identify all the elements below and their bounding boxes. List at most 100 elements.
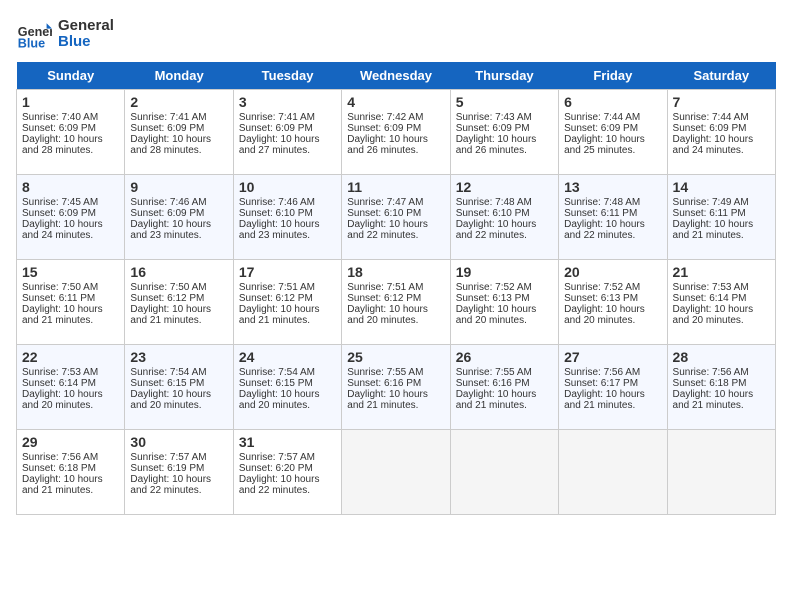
sunrise-text: Sunrise: 7:53 AM (673, 282, 749, 293)
sunrise-text: Sunrise: 7:48 AM (564, 197, 640, 208)
sunset-text: Sunset: 6:09 PM (347, 123, 421, 134)
daylight-label: Daylight: 10 hours and 21 minutes. (673, 389, 754, 411)
sunset-text: Sunset: 6:09 PM (456, 123, 530, 134)
sunrise-text: Sunrise: 7:55 AM (456, 367, 532, 378)
daylight-label: Daylight: 10 hours and 20 minutes. (347, 304, 428, 326)
day-number: 24 (239, 349, 336, 365)
sunset-text: Sunset: 6:15 PM (130, 378, 204, 389)
sunset-text: Sunset: 6:10 PM (347, 208, 421, 219)
daylight-label: Daylight: 10 hours and 20 minutes. (239, 389, 320, 411)
sunrise-text: Sunrise: 7:52 AM (564, 282, 640, 293)
daylight-label: Daylight: 10 hours and 28 minutes. (22, 134, 103, 156)
svg-text:Blue: Blue (18, 37, 45, 51)
sunrise-text: Sunrise: 7:44 AM (564, 112, 640, 123)
sunset-text: Sunset: 6:11 PM (673, 208, 746, 219)
calendar-cell: 28Sunrise: 7:56 AMSunset: 6:18 PMDayligh… (667, 345, 775, 430)
sunrise-text: Sunrise: 7:52 AM (456, 282, 532, 293)
sunrise-text: Sunrise: 7:48 AM (456, 197, 532, 208)
calendar-cell: 26Sunrise: 7:55 AMSunset: 6:16 PMDayligh… (450, 345, 558, 430)
logo-blue: Blue (58, 34, 114, 51)
day-number: 12 (456, 179, 553, 195)
sunrise-text: Sunrise: 7:41 AM (130, 112, 206, 123)
day-header-sunday: Sunday (17, 62, 125, 90)
sunrise-text: Sunrise: 7:46 AM (130, 197, 206, 208)
day-number: 6 (564, 94, 661, 110)
day-header-wednesday: Wednesday (342, 62, 450, 90)
logo-general: General (58, 18, 114, 35)
calendar-cell: 1Sunrise: 7:40 AMSunset: 6:09 PMDaylight… (17, 90, 125, 175)
sunset-text: Sunset: 6:09 PM (673, 123, 747, 134)
sunset-text: Sunset: 6:20 PM (239, 463, 313, 474)
day-number: 25 (347, 349, 444, 365)
daylight-label: Daylight: 10 hours and 28 minutes. (130, 134, 211, 156)
calendar-cell: 29Sunrise: 7:56 AMSunset: 6:18 PMDayligh… (17, 430, 125, 515)
sunset-text: Sunset: 6:12 PM (347, 293, 421, 304)
calendar-cell (559, 430, 667, 515)
day-header-friday: Friday (559, 62, 667, 90)
daylight-label: Daylight: 10 hours and 23 minutes. (130, 219, 211, 241)
calendar-cell: 22Sunrise: 7:53 AMSunset: 6:14 PMDayligh… (17, 345, 125, 430)
sunrise-text: Sunrise: 7:40 AM (22, 112, 98, 123)
header-row: SundayMondayTuesdayWednesdayThursdayFrid… (17, 62, 776, 90)
daylight-label: Daylight: 10 hours and 22 minutes. (347, 219, 428, 241)
sunset-text: Sunset: 6:15 PM (239, 378, 313, 389)
calendar-cell: 8Sunrise: 7:45 AMSunset: 6:09 PMDaylight… (17, 175, 125, 260)
sunrise-text: Sunrise: 7:54 AM (239, 367, 315, 378)
sunset-text: Sunset: 6:13 PM (564, 293, 638, 304)
sunrise-text: Sunrise: 7:54 AM (130, 367, 206, 378)
sunset-text: Sunset: 6:12 PM (130, 293, 204, 304)
sunrise-text: Sunrise: 7:55 AM (347, 367, 423, 378)
daylight-label: Daylight: 10 hours and 24 minutes. (22, 219, 103, 241)
sunset-text: Sunset: 6:09 PM (239, 123, 313, 134)
daylight-label: Daylight: 10 hours and 21 minutes. (239, 304, 320, 326)
sunset-text: Sunset: 6:10 PM (456, 208, 530, 219)
daylight-label: Daylight: 10 hours and 21 minutes. (22, 474, 103, 496)
daylight-label: Daylight: 10 hours and 26 minutes. (456, 134, 537, 156)
day-number: 20 (564, 264, 661, 280)
day-number: 13 (564, 179, 661, 195)
sunrise-text: Sunrise: 7:49 AM (673, 197, 749, 208)
daylight-label: Daylight: 10 hours and 27 minutes. (239, 134, 320, 156)
day-number: 18 (347, 264, 444, 280)
day-number: 11 (347, 179, 444, 195)
daylight-label: Daylight: 10 hours and 25 minutes. (564, 134, 645, 156)
sunset-text: Sunset: 6:09 PM (22, 123, 96, 134)
header: General Blue General Blue (16, 16, 776, 52)
daylight-label: Daylight: 10 hours and 21 minutes. (456, 389, 537, 411)
calendar-cell: 9Sunrise: 7:46 AMSunset: 6:09 PMDaylight… (125, 175, 233, 260)
sunrise-text: Sunrise: 7:50 AM (130, 282, 206, 293)
calendar-cell: 7Sunrise: 7:44 AMSunset: 6:09 PMDaylight… (667, 90, 775, 175)
day-number: 16 (130, 264, 227, 280)
calendar-cell: 19Sunrise: 7:52 AMSunset: 6:13 PMDayligh… (450, 260, 558, 345)
day-number: 27 (564, 349, 661, 365)
daylight-label: Daylight: 10 hours and 21 minutes. (564, 389, 645, 411)
sunset-text: Sunset: 6:14 PM (673, 293, 747, 304)
calendar-week-1: 8Sunrise: 7:45 AMSunset: 6:09 PMDaylight… (17, 175, 776, 260)
sunset-text: Sunset: 6:11 PM (22, 293, 95, 304)
sunset-text: Sunset: 6:12 PM (239, 293, 313, 304)
daylight-label: Daylight: 10 hours and 22 minutes. (456, 219, 537, 241)
calendar-cell: 10Sunrise: 7:46 AMSunset: 6:10 PMDayligh… (233, 175, 341, 260)
day-number: 5 (456, 94, 553, 110)
day-number: 4 (347, 94, 444, 110)
day-number: 26 (456, 349, 553, 365)
calendar-week-2: 15Sunrise: 7:50 AMSunset: 6:11 PMDayligh… (17, 260, 776, 345)
sunrise-text: Sunrise: 7:41 AM (239, 112, 315, 123)
sunrise-text: Sunrise: 7:45 AM (22, 197, 98, 208)
sunset-text: Sunset: 6:16 PM (347, 378, 421, 389)
calendar-cell: 5Sunrise: 7:43 AMSunset: 6:09 PMDaylight… (450, 90, 558, 175)
calendar-cell: 11Sunrise: 7:47 AMSunset: 6:10 PMDayligh… (342, 175, 450, 260)
daylight-label: Daylight: 10 hours and 22 minutes. (130, 474, 211, 496)
daylight-label: Daylight: 10 hours and 24 minutes. (673, 134, 754, 156)
daylight-label: Daylight: 10 hours and 21 minutes. (130, 304, 211, 326)
daylight-label: Daylight: 10 hours and 20 minutes. (22, 389, 103, 411)
calendar-cell: 3Sunrise: 7:41 AMSunset: 6:09 PMDaylight… (233, 90, 341, 175)
calendar-cell: 21Sunrise: 7:53 AMSunset: 6:14 PMDayligh… (667, 260, 775, 345)
sunrise-text: Sunrise: 7:57 AM (130, 452, 206, 463)
daylight-label: Daylight: 10 hours and 21 minutes. (673, 219, 754, 241)
daylight-label: Daylight: 10 hours and 22 minutes. (239, 474, 320, 496)
sunrise-text: Sunrise: 7:56 AM (22, 452, 98, 463)
daylight-label: Daylight: 10 hours and 20 minutes. (456, 304, 537, 326)
calendar-week-3: 22Sunrise: 7:53 AMSunset: 6:14 PMDayligh… (17, 345, 776, 430)
logo: General Blue General Blue (16, 16, 114, 52)
